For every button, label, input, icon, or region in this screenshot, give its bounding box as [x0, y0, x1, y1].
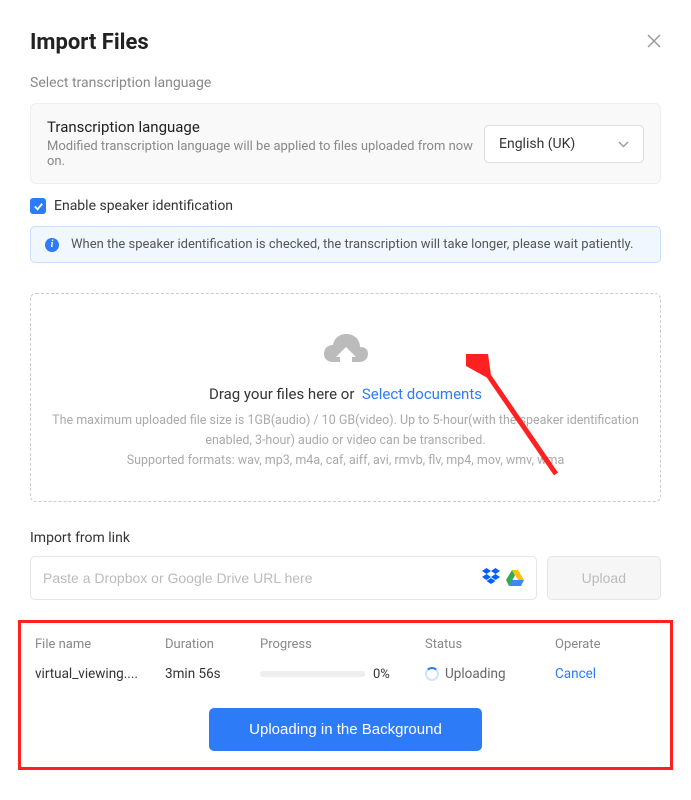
chevron-down-icon [618, 137, 629, 151]
upload-button[interactable]: Upload [547, 556, 661, 600]
close-icon[interactable] [647, 32, 661, 53]
progress-bar [260, 671, 365, 677]
language-select[interactable]: English (UK) [484, 125, 644, 163]
header-duration: Duration [165, 637, 260, 652]
dropzone-line1: The maximum uploaded file size is 1GB(au… [51, 411, 640, 451]
speaker-id-row: Enable speaker identification [30, 198, 661, 214]
google-drive-icon[interactable] [506, 570, 524, 586]
header-operate: Operate [555, 637, 656, 652]
language-title: Transcription language [47, 118, 484, 136]
info-text: When the speaker identification is check… [71, 237, 633, 252]
speaker-id-label: Enable speaker identification [54, 198, 233, 214]
upload-background-button[interactable]: Uploading in the Background [209, 708, 482, 751]
dropbox-icon[interactable] [482, 568, 500, 588]
page-title: Import Files [30, 30, 149, 55]
header-progress: Progress [260, 637, 425, 652]
annotation-frame: File name Duration Progress Status Opera… [18, 620, 673, 770]
header-filename: File name [35, 637, 165, 652]
select-documents-link[interactable]: Select documents [362, 385, 482, 403]
row-operate: Cancel [555, 666, 656, 682]
drag-text: Drag your files here or Select documents [51, 385, 640, 403]
cancel-link[interactable]: Cancel [555, 666, 596, 682]
language-section-label: Select transcription language [30, 75, 661, 91]
import-link-label: Import from link [30, 530, 661, 546]
link-input-wrap [30, 556, 537, 600]
cloud-upload-icon [51, 329, 640, 373]
dropzone-line2: Supported formats: wav, mp3, m4a, caf, a… [51, 451, 640, 471]
language-selected-value: English (UK) [499, 136, 575, 152]
header-status: Status [425, 637, 555, 652]
language-subtitle: Modified transcription language will be … [47, 139, 484, 169]
dropzone[interactable]: Drag your files here or Select documents… [30, 293, 661, 502]
row-filename: virtual_viewing.... [35, 666, 165, 682]
info-icon: i [45, 238, 59, 252]
speaker-id-checkbox[interactable] [30, 198, 46, 214]
link-input[interactable] [43, 570, 482, 586]
language-box: Transcription language Modified transcri… [30, 103, 661, 184]
table-row: virtual_viewing.... 3min 56s 0% Uploadin… [31, 662, 660, 686]
info-bar: i When the speaker identification is che… [30, 226, 661, 263]
row-progress: 0% [260, 667, 425, 682]
uploads-table-header: File name Duration Progress Status Opera… [31, 637, 660, 662]
spinner-icon [425, 667, 439, 681]
row-duration: 3min 56s [165, 666, 260, 682]
progress-text: 0% [373, 667, 390, 682]
row-status: Uploading [425, 666, 555, 682]
